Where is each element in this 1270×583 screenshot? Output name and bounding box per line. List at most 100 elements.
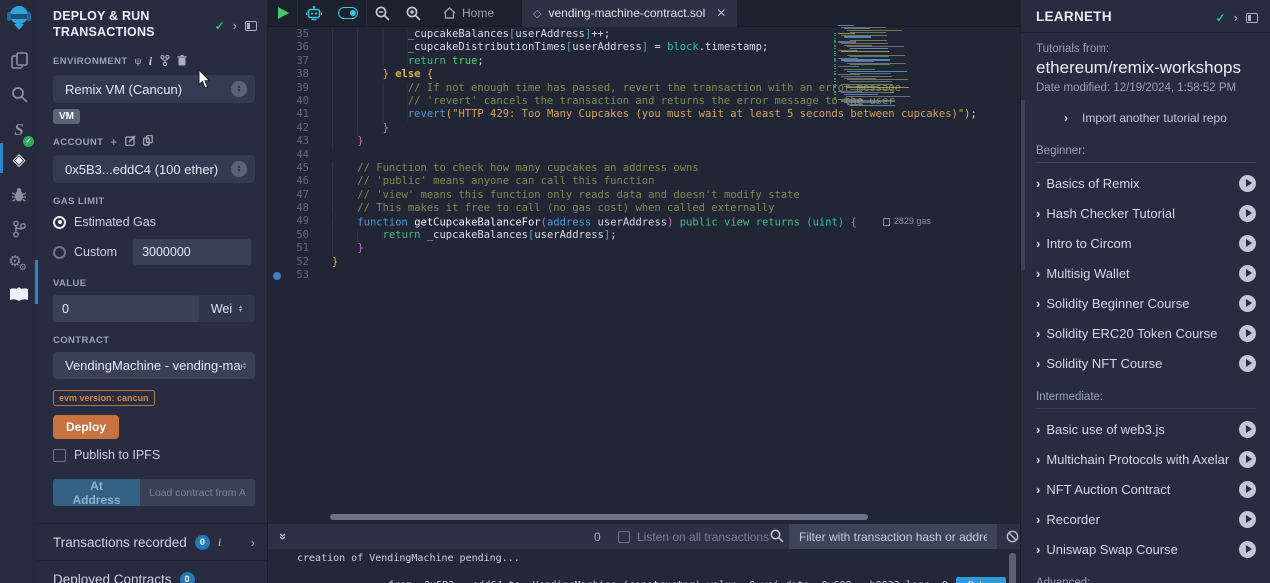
learneth-button[interactable] (0, 280, 38, 310)
zoom-out-button[interactable] (367, 6, 398, 21)
clear-console-icon[interactable] (1006, 530, 1019, 548)
editor-horizontal-scrollbar[interactable] (330, 514, 868, 520)
transactions-recorded-section[interactable]: Transactions recorded 0 i › (38, 524, 267, 560)
breakpoint-gutter[interactable] (268, 68, 283, 81)
edit-account-icon[interactable] (125, 135, 136, 149)
breakpoint-gutter[interactable] (268, 95, 283, 108)
ai-copilot-toggle[interactable] (330, 7, 366, 19)
file-tab-active[interactable]: ◇ vending-machine-contract.sol ✕ (522, 0, 737, 27)
code-line[interactable]: 49 function getCupcakeBalanceFor(address… (268, 215, 1020, 228)
code-line[interactable]: 53 (268, 269, 1020, 282)
breakpoint-gutter[interactable] (268, 202, 283, 215)
debug-button[interactable]: Debug (956, 577, 1007, 583)
breakpoint-gutter[interactable] (268, 256, 283, 269)
environment-select[interactable]: Remix VM (Cancun) ▲▼ (53, 75, 255, 103)
breakpoint-gutter[interactable] (268, 122, 283, 135)
deployed-contracts-section[interactable]: Deployed Contracts 0 (38, 561, 267, 583)
copy-account-icon[interactable] (143, 135, 153, 149)
solidity-compiler-button[interactable]: S ✓ (0, 115, 38, 145)
custom-gas-input[interactable] (133, 239, 251, 265)
breakpoint-gutter[interactable] (268, 41, 283, 54)
start-tutorial-play-icon[interactable] (1239, 421, 1256, 438)
breakpoint-gutter[interactable] (268, 149, 283, 162)
tutorial-item[interactable]: ›Multichain Protocols with Axelar (1036, 444, 1256, 474)
code-line[interactable]: 45 // Function to check how many cupcake… (268, 162, 1020, 175)
delete-environments-icon[interactable] (177, 55, 187, 69)
value-input[interactable] (53, 295, 199, 322)
start-tutorial-play-icon[interactable] (1239, 355, 1256, 372)
add-account-icon[interactable]: + (110, 135, 117, 149)
panel-collapse-icon[interactable]: › (233, 18, 237, 33)
fork-state-icon[interactable] (160, 55, 170, 69)
home-tab[interactable]: Home (429, 6, 508, 20)
close-tab-icon[interactable]: ✕ (716, 6, 726, 20)
import-tutorial-repo[interactable]: › Import another tutorial repo (1036, 94, 1256, 125)
start-tutorial-play-icon[interactable] (1239, 265, 1256, 282)
publish-ipfs-checkbox[interactable] (53, 449, 66, 462)
breakpoint-gutter[interactable] (268, 28, 283, 41)
start-tutorial-play-icon[interactable] (1239, 481, 1256, 498)
learneth-scrollbar[interactable] (1021, 100, 1025, 270)
learneth-collapse-icon[interactable]: › (1234, 10, 1238, 25)
at-address-button[interactable]: At Address (53, 479, 140, 506)
at-address-input[interactable] (140, 479, 255, 506)
tutorial-item[interactable]: ›Uniswap Swap Course (1036, 534, 1256, 564)
start-tutorial-play-icon[interactable] (1239, 451, 1256, 468)
breakpoint-gutter[interactable] (268, 82, 283, 95)
code-line[interactable]: 52} (268, 256, 1020, 269)
tutorial-item[interactable]: ›Intro to Circom (1036, 228, 1256, 258)
search-button[interactable] (0, 79, 38, 109)
breakpoint-gutter[interactable] (268, 108, 283, 121)
terminal-expand-button[interactable]: » (268, 528, 287, 546)
editor-minimap[interactable] (834, 25, 922, 111)
breakpoint-dot[interactable] (268, 269, 283, 282)
tutorial-item[interactable]: ›NFT Auction Contract (1036, 474, 1256, 504)
start-tutorial-play-icon[interactable] (1239, 541, 1256, 558)
contract-select[interactable]: VendingMachine - vending-machin ▲▼ (53, 352, 255, 379)
breakpoint-gutter[interactable] (268, 135, 283, 148)
remix-logo[interactable] (0, 3, 38, 33)
start-tutorial-play-icon[interactable] (1239, 235, 1256, 252)
zoom-in-button[interactable] (398, 6, 429, 21)
account-select[interactable]: 0x5B3...eddC4 (100 ether) ▲▼ (53, 155, 255, 183)
code-line[interactable]: 51 } (268, 242, 1020, 255)
listen-all-transactions-option[interactable]: Listen on all transactions (618, 530, 769, 544)
listen-checkbox[interactable] (618, 531, 630, 543)
breakpoint-gutter[interactable] (268, 242, 283, 255)
breakpoint-gutter[interactable] (268, 189, 283, 202)
settings-button[interactable]: ⚙⚙ (0, 246, 38, 276)
pin-panel-icon[interactable] (245, 21, 257, 31)
run-script-button[interactable] (268, 7, 297, 19)
environment-info-icon[interactable]: i (149, 54, 153, 69)
breakpoint-gutter[interactable] (268, 229, 283, 242)
debugger-button[interactable] (0, 180, 38, 210)
tutorial-item[interactable]: ›Basics of Remix (1036, 168, 1256, 198)
publish-to-ipfs-option[interactable]: Publish to IPFS (53, 448, 255, 462)
code-line[interactable]: 46 // 'public' means anyone can call thi… (268, 175, 1020, 188)
value-unit-select[interactable]: Wei ▲▼ (199, 295, 255, 322)
start-tutorial-play-icon[interactable] (1239, 511, 1256, 528)
file-explorer-button[interactable] (0, 45, 38, 75)
tutorial-item[interactable]: ›Multisig Wallet (1036, 258, 1256, 288)
custom-gas-radio[interactable] (53, 246, 66, 259)
tutorial-item[interactable]: ›Hash Checker Tutorial (1036, 198, 1256, 228)
deploy-button[interactable]: Deploy (53, 415, 119, 439)
tutorial-item[interactable]: ›Solidity Beginner Course (1036, 288, 1256, 318)
breakpoint-gutter[interactable] (268, 215, 283, 228)
tutorial-item[interactable]: ›Basic use of web3.js (1036, 414, 1256, 444)
deploy-run-button[interactable]: ◈ (0, 145, 38, 175)
start-tutorial-play-icon[interactable] (1239, 325, 1256, 342)
breakpoint-gutter[interactable] (268, 162, 283, 175)
tutorial-item[interactable]: ›Recorder (1036, 504, 1256, 534)
tutorial-item[interactable]: ›Solidity ERC20 Token Course (1036, 318, 1256, 348)
breakpoint-gutter[interactable] (268, 55, 283, 68)
terminal-scrollbar[interactable] (1009, 553, 1016, 583)
start-tutorial-play-icon[interactable] (1239, 295, 1256, 312)
start-tutorial-play-icon[interactable] (1239, 205, 1256, 222)
code-line[interactable]: 47 // 'view' means this function only re… (268, 189, 1020, 202)
ai-assistant-button[interactable] (298, 6, 330, 21)
plug-icon[interactable]: ψ (135, 56, 142, 67)
code-line[interactable]: 50 return _cupcakeBalances[userAddress]; (268, 229, 1020, 242)
code-line[interactable]: 44 (268, 149, 1020, 162)
code-line[interactable]: 48 // This makes it free to call (no gas… (268, 202, 1020, 215)
